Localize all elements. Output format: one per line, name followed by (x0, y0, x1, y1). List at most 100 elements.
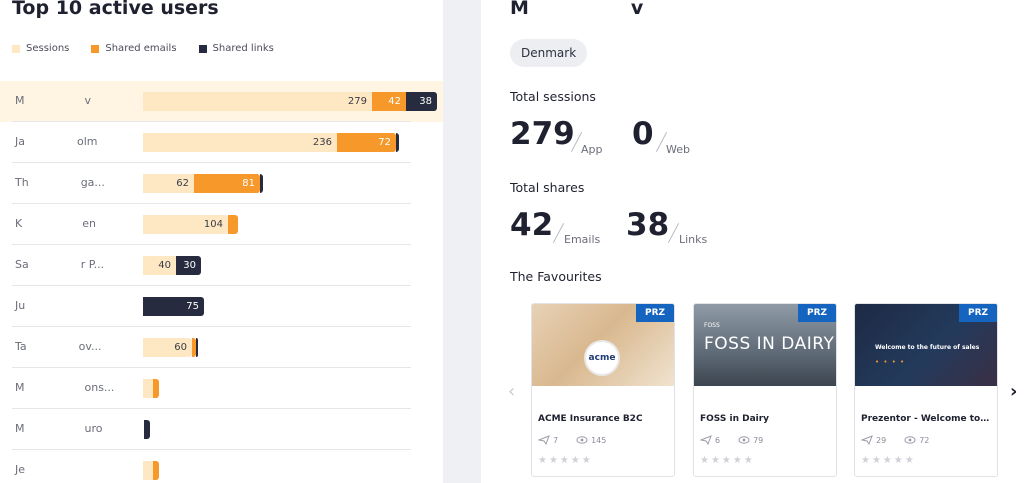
foss-brand: FOSS (704, 322, 720, 329)
links-label: Links (679, 233, 708, 246)
user-name-end: ga... (80, 176, 105, 189)
user-detail-panel: Mv Denmark Total sessions 279 App 0 Web … (481, 0, 1024, 483)
favourite-card[interactable]: Welcome to the future of sales • • • • P… (854, 303, 998, 477)
panel-gutter (443, 0, 481, 483)
bar-segment-links: 30 (176, 256, 201, 275)
bar-segment-sessions: 62 (143, 174, 194, 193)
bar-segment-links (196, 338, 198, 357)
user-name: Ju (15, 299, 77, 312)
user-name-start: Sa (15, 258, 29, 271)
user-name-end: ons... (84, 381, 115, 394)
panel-title: Top 10 active users (12, 0, 219, 19)
bar-segment-links (260, 174, 263, 193)
activity-bar: 75 (143, 297, 204, 316)
total-sessions-label: Total sessions (510, 89, 596, 104)
carousel-prev-button[interactable]: ‹ (508, 382, 515, 402)
prz-headline: Welcome to the future of sales (875, 344, 980, 351)
carousel-next-button[interactable]: › (1010, 382, 1017, 402)
user-row[interactable]: Sa r P... 40 30 (0, 245, 443, 286)
user-name-start: Th (15, 176, 29, 189)
bar-segment-emails: 72 (337, 133, 396, 152)
user-name-start: Je (15, 463, 26, 476)
user-name-start: K (15, 217, 23, 230)
rating-stars[interactable]: ★★★★★ (861, 455, 916, 466)
user-name-end: r P... (80, 258, 105, 271)
activity-bar (143, 379, 159, 398)
rating-stars[interactable]: ★★★★★ (538, 455, 593, 466)
activity-bar (143, 420, 150, 439)
legend-label-emails: Shared emails (105, 43, 177, 54)
eye-icon (576, 436, 588, 444)
prz-badge: PRZ (959, 304, 997, 322)
foss-headline: FOSS IN DAIRY (704, 334, 835, 354)
user-name: Th ga... (15, 176, 105, 189)
legend-swatch-links (198, 44, 207, 53)
user-row[interactable]: Ta ov... 60 (0, 327, 443, 368)
user-row[interactable]: Th ga... 62 81 (0, 163, 443, 204)
bar-segment-links: 38 (406, 92, 437, 111)
user-name-start: M (15, 422, 25, 435)
legend-links: Shared links (198, 43, 274, 54)
user-name: Ken (15, 217, 96, 230)
user-name-start: Ju (15, 299, 26, 312)
user-name: Ta ov... (15, 340, 102, 353)
metric-divider (667, 223, 680, 243)
share-count: 29 (876, 435, 887, 445)
bar-segment-links: 75 (143, 297, 204, 316)
user-row[interactable]: Muro (0, 409, 443, 450)
legend-swatch-emails (91, 44, 100, 53)
bar-segment (153, 461, 159, 480)
bar-segment-sessions: 60 (143, 338, 192, 357)
rating-stars[interactable]: ★★★★★ (700, 455, 755, 466)
favourites-label: The Favourites (510, 269, 602, 284)
favourite-card[interactable]: FOSS FOSS IN DAIRY PRZ FOSS in Dairy 6 7… (693, 303, 837, 477)
user-row[interactable]: Mv 279 42 38 (0, 81, 443, 122)
user-name: Mv (15, 94, 91, 107)
user-name-end: olm (77, 135, 98, 148)
user-row[interactable]: Ju 75 (0, 286, 443, 327)
web-sessions-value: 0 (632, 116, 654, 152)
card-title: ACME Insurance B2C (538, 414, 643, 424)
bar-segment-sessions: 104 (143, 215, 228, 234)
user-name-start: Ta (15, 340, 27, 353)
bar-segment-sessions: 279 (143, 92, 372, 111)
user-row[interactable]: Ken 104 (0, 204, 443, 245)
top-users-panel: Top 10 active users Sessions Shared emai… (0, 0, 443, 483)
card-stats: 6 79 (700, 435, 763, 445)
eye-icon (738, 436, 750, 444)
favourite-card[interactable]: acme PRZ ACME Insurance B2C 7 145 ★★★★★ (531, 303, 675, 477)
activity-bar: 279 42 38 (143, 92, 437, 111)
bar-segment-sessions: 236 (143, 133, 337, 152)
web-label: Web (666, 143, 690, 156)
view-count: 145 (591, 435, 607, 445)
user-name-end: en (82, 217, 96, 230)
user-row[interactable]: Mons... (0, 368, 443, 409)
activity-bar: 104 (143, 215, 238, 234)
bar-segment-sessions: 40 (143, 256, 176, 275)
user-name-end: uro (84, 422, 103, 435)
user-name: Mons... (15, 381, 114, 394)
user-name-end: ov... (78, 340, 102, 353)
user-name-heading: Mv (510, 0, 643, 21)
bar-segment (153, 379, 159, 398)
user-name: Sa r P... (15, 258, 104, 271)
card-stats: 7 145 (538, 435, 606, 445)
bar-segment-emails (228, 215, 238, 234)
emails-label: Emails (564, 233, 601, 246)
user-row[interactable]: Ja olm 236 72 (0, 122, 443, 163)
bar-segment-emails: 81 (194, 174, 260, 193)
user-row[interactable]: Je (0, 450, 443, 483)
prz-badge: PRZ (636, 304, 674, 322)
bar-segment-sessions (143, 461, 153, 480)
activity-bar (143, 461, 159, 480)
chart-legend: Sessions Shared emails Shared links (12, 43, 296, 54)
bar-segment-emails: 42 (372, 92, 406, 111)
user-name-end: v (84, 94, 92, 107)
country-chip[interactable]: Denmark (510, 39, 588, 67)
app-sessions-value: 279 (510, 116, 575, 152)
prz-badge: PRZ (798, 304, 836, 322)
user-name-start: M (510, 0, 529, 19)
eye-icon (904, 436, 916, 444)
share-count: 7 (553, 435, 559, 445)
legend-swatch-sessions (12, 44, 20, 53)
